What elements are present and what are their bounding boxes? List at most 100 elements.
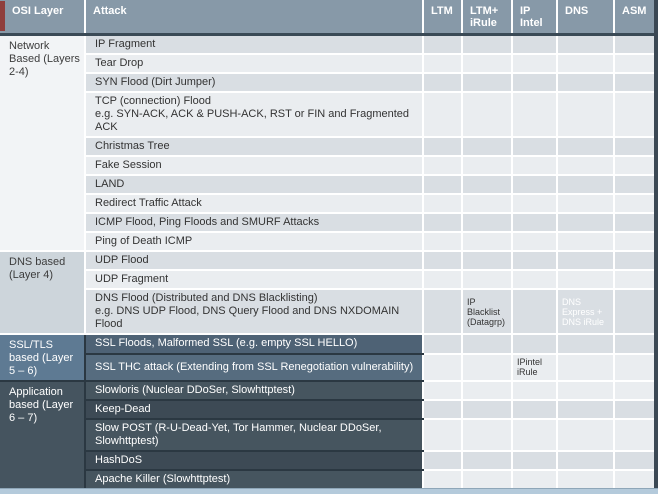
osi-section-label-ssl: SSL/TLS based (Layer 5 – 6) [0, 334, 85, 382]
coverage-cell-ip-intel [511, 419, 557, 452]
coverage-cell-dns: DNS Express + DNS iRule [556, 289, 614, 335]
attack-row: LAND [0, 175, 654, 195]
coverage-cell-ip-intel [511, 289, 557, 335]
attack-name: UDP Flood [95, 254, 149, 266]
attack-name: ICMP Flood, Ping Floods and SMURF Attack… [95, 216, 320, 228]
coverage-cell-dns [556, 73, 614, 93]
coverage-cell-ip-intel [511, 334, 557, 355]
coverage-cell-asm [613, 137, 654, 157]
attack-name: SYN Flood (Dirt Jumper) [95, 76, 216, 88]
attack-row: Application based (Layer 6 – 7) Slowloris… [0, 381, 654, 494]
attack-name: DNS Flood (Distributed and DNS Blacklist… [95, 292, 318, 304]
coverage-cell-ltm-irule [461, 137, 512, 157]
attack-name: IP Fragment [95, 38, 156, 50]
coverage-cell-dns [556, 34, 614, 55]
coverage-cell-asm [613, 232, 654, 252]
coverage-cell-asm [613, 334, 654, 355]
attack-name-cell: Fake Session [84, 156, 423, 176]
attack-name: UDP Fragment [95, 273, 169, 285]
attack-name-cell: Slow POST (R-U-Dead-Yet, Tor Hammer, Nuc… [84, 419, 423, 452]
attack-table-body: Network Based (Layers 2-4) IP Fragment Tea… [0, 34, 654, 494]
coverage-cell-ltm [422, 419, 462, 452]
coverage-cell-ltm [422, 194, 462, 214]
attack-row: Slow POST (R-U-Dead-Yet, Tor Hammer, Nuc… [0, 419, 654, 452]
ddos-mitigation-table: OSI Layer Attack LTM LTM+ iRule IP Intel… [0, 0, 654, 494]
attack-row: Apache Killer (Slowhttptest) [0, 470, 654, 490]
attack-name-cell: Redirect Traffic Attack [84, 194, 423, 214]
attack-name-cell: SYN Flood (Dirt Jumper) [84, 73, 423, 93]
coverage-cell-asm [613, 381, 654, 401]
coverage-cell-dns [556, 54, 614, 74]
coverage-cell-ltm-irule [461, 213, 512, 233]
coverage-cell-ip-intel [511, 34, 557, 55]
attack-row: UDP Fragment [0, 270, 654, 290]
coverage-cell-ltm-irule [461, 419, 512, 452]
attack-name: Christmas Tree [95, 140, 170, 152]
col-header-asm: ASM [613, 0, 654, 36]
coverage-cell-ltm [422, 73, 462, 93]
coverage-cell-dns [556, 470, 614, 490]
coverage-cell-ip-intel [511, 92, 557, 138]
coverage-cell-ip-intel [511, 451, 557, 471]
attack-name-cell: UDP Flood [84, 251, 423, 271]
attack-name-cell: SSL THC attack (Extending from SSL Reneg… [84, 353, 423, 383]
coverage-cell-asm [613, 251, 654, 271]
header-row: OSI Layer Attack LTM LTM+ iRule IP Intel… [0, 0, 654, 36]
attack-row: Network Based (Layers 2-4) IP Fragment [0, 34, 654, 252]
coverage-cell-dns [556, 353, 614, 383]
coverage-cell-ip-intel [511, 156, 557, 176]
attack-name: LAND [95, 178, 125, 190]
window-bottom-edge [0, 488, 658, 494]
coverage-cell-ltm [422, 175, 462, 195]
attack-name-cell: HashDoS [84, 451, 423, 471]
coverage-cell-ltm-irule [461, 270, 512, 290]
attack-name: Keep-Dead [95, 403, 151, 415]
attack-name-cell: LAND [84, 175, 423, 195]
coverage-cell-ltm [422, 400, 462, 420]
attack-name-cell: TCP (connection) Flood e.g. SYN-ACK, ACK … [84, 92, 423, 138]
col-header-ip-intel: IP Intel [511, 0, 557, 36]
coverage-cell-ltm [422, 289, 462, 335]
coverage-cell-ltm-irule [461, 73, 512, 93]
coverage-cell-asm [613, 289, 654, 335]
attack-row: TCP (connection) Flood e.g. SYN-ACK, ACK … [0, 92, 654, 138]
col-header-attack: Attack [84, 0, 423, 36]
coverage-cell-ip-intel [511, 270, 557, 290]
coverage-cell-ltm [422, 92, 462, 138]
attack-row: Redirect Traffic Attack [0, 194, 654, 214]
coverage-cell-ip-intel [511, 194, 557, 214]
attack-name: SSL Floods, Malformed SSL (e.g. empty SS… [95, 337, 358, 350]
coverage-cell-ltm [422, 232, 462, 252]
coverage-cell-ltm-irule: IP Blacklist (Datagrp) [461, 289, 512, 335]
attack-name: Slow POST (R-U-Dead-Yet, Tor Hammer, Nuc… [95, 422, 382, 447]
coverage-cell-ip-intel [511, 175, 557, 195]
attack-name-cell: Slowloris (Nuclear DDoSer, Slowhttptest) [84, 381, 423, 401]
attack-examples: e.g. DNS UDP Flood, DNS Query Flood and … [95, 305, 400, 330]
coverage-cell-ltm [422, 270, 462, 290]
coverage-cell-ltm-irule [461, 156, 512, 176]
coverage-cell-ltm [422, 381, 462, 401]
coverage-cell-ltm [422, 334, 462, 355]
col-header-osi-layer: OSI Layer [0, 0, 85, 36]
coverage-cell-ltm-irule [461, 353, 512, 383]
osi-section-label-app: Application based (Layer 6 – 7) [0, 381, 85, 494]
attack-row: DNS Flood (Distributed and DNS Blacklist… [0, 289, 654, 335]
col-header-ltm: LTM [422, 0, 462, 36]
coverage-cell-ltm [422, 34, 462, 55]
coverage-cell-dns [556, 156, 614, 176]
coverage-cell-asm [613, 270, 654, 290]
attack-name: TCP (connection) Flood [95, 95, 211, 107]
coverage-cell-dns [556, 194, 614, 214]
coverage-cell-asm [613, 73, 654, 93]
attack-name-cell: Tear Drop [84, 54, 423, 74]
attack-name-cell: Keep-Dead [84, 400, 423, 420]
coverage-cell-asm [613, 194, 654, 214]
coverage-cell-dns [556, 334, 614, 355]
coverage-cell-asm [613, 213, 654, 233]
attack-row: ICMP Flood, Ping Floods and SMURF Attack… [0, 213, 654, 233]
coverage-cell-ip-intel [511, 73, 557, 93]
attack-name-cell: ICMP Flood, Ping Floods and SMURF Attack… [84, 213, 423, 233]
attack-name-cell: Christmas Tree [84, 137, 423, 157]
attack-name: Slowloris (Nuclear DDoSer, Slowhttptest) [95, 384, 295, 396]
coverage-cell-dns [556, 232, 614, 252]
